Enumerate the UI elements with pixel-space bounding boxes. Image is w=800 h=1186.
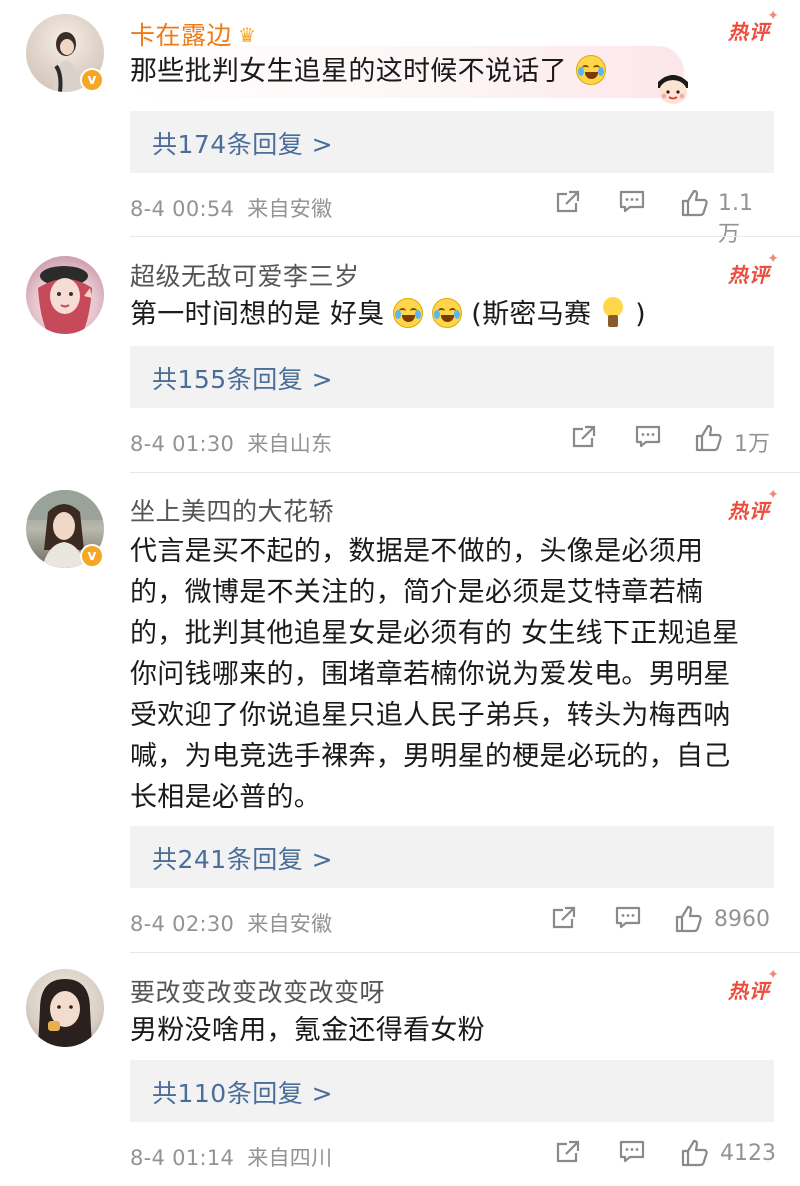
hot-label: 热评 <box>728 499 770 523</box>
location: 来自安徽 <box>247 197 333 221</box>
comment-text-content: 第一时间想的是 好臭 <box>130 299 385 330</box>
username[interactable]: 要改变改变改变改变呀 <box>130 973 385 1009</box>
hot-label: 热评 <box>728 263 770 287</box>
lightbulb-emoji-icon <box>600 297 626 329</box>
timestamp: 8-4 00:54 <box>130 197 235 221</box>
replies-link-text[interactable]: 共241条回复 > <box>152 840 333 876</box>
replies-link[interactable]: 共110条回复 > <box>130 1060 774 1122</box>
avatar[interactable] <box>26 256 104 334</box>
comment-item: v 卡在露边 ♛ 热评 ✦ 那些批判女生追星的这时候不说话了 共174条回复 > 8… <box>0 0 800 247</box>
username[interactable]: 卡在露边 ♛ <box>130 16 256 52</box>
timestamp: 8-4 01:30 <box>130 432 235 456</box>
like-count: 4123 <box>720 1141 776 1166</box>
replies-link[interactable]: 共174条回复 > <box>130 111 774 173</box>
verified-badge-icon: v <box>80 544 104 568</box>
like-icon[interactable] <box>680 188 710 222</box>
comment-text-line: 你问钱哪来的，围堵章若楠你说为爱发电。男明星 <box>130 659 731 690</box>
comment-text-line: 的，微博是不关注的，简介是必须是艾特章若楠 <box>130 577 704 608</box>
comment-meta: 8-4 01:14 来自四川 <box>130 1142 332 1172</box>
timestamp: 8-4 01:14 <box>130 1146 235 1170</box>
comment-text-line: 代言是买不起的，数据是不做的，头像是必须用 <box>130 536 704 567</box>
hot-label: 热评 <box>728 20 770 44</box>
share-icon[interactable] <box>554 188 582 222</box>
comment-meta: 8-4 02:30 来自安徽 <box>130 908 332 938</box>
flame-icon: ✦ <box>767 487 780 503</box>
hot-comment-badge: 热评 ✦ <box>728 487 779 524</box>
comment-actions: 4123 <box>554 1138 776 1172</box>
username[interactable]: 坐上美四的大花轿 <box>130 492 334 528</box>
hot-comment-badge: 热评 ✦ <box>728 967 779 1004</box>
comment-text-line: 长相是必普的。 <box>130 782 322 813</box>
timestamp: 8-4 02:30 <box>130 912 235 936</box>
replies-link-text[interactable]: 共155条回复 > <box>152 360 333 396</box>
replies-link-text[interactable]: 共174条回复 > <box>152 125 333 161</box>
flame-icon: ✦ <box>767 8 780 24</box>
laugh-cry-emoji-icon <box>432 298 463 328</box>
comment-meta: 8-4 00:54 来自安徽 <box>130 193 332 223</box>
comment-text: 男粉没啥用，氪金还得看女粉 <box>130 1012 770 1049</box>
comment-icon[interactable] <box>618 188 646 222</box>
comment-icon[interactable] <box>614 904 642 938</box>
comment-icon[interactable] <box>634 423 662 457</box>
comment-text-line: 受欢迎了你说追星只追人民子弟兵，转头为梅西呐 <box>130 700 731 731</box>
comment-actions: 1.1万 <box>554 188 774 247</box>
like-icon[interactable] <box>694 423 724 457</box>
cartoon-decoration-icon <box>652 66 694 106</box>
comment-text-line: 喊，为电竞选手裸奔，男明星的梗是必玩的，自己 <box>130 741 731 772</box>
comment-item: 超级无敌可爱李三岁 热评 ✦ 第一时间想的是 好臭 (斯密马赛 ) 共155条回复… <box>0 237 800 472</box>
comment-text-content: 那些批判女生追星的这时候不说话了 <box>130 56 567 87</box>
flame-icon: ✦ <box>767 251 780 267</box>
username-text[interactable]: 卡在露边 <box>130 21 232 50</box>
replies-link[interactable]: 共155条回复 > <box>130 346 774 408</box>
comment-text: 代言是买不起的，数据是不做的，头像是必须用 的，微博是不关注的，简介是必须是艾特… <box>130 531 770 818</box>
hot-comment-badge: 热评 ✦ <box>728 8 779 45</box>
verified-badge-icon: v <box>80 68 104 92</box>
replies-link[interactable]: 共241条回复 > <box>130 826 774 888</box>
laugh-cry-emoji-icon <box>575 55 606 85</box>
like-icon[interactable] <box>680 1138 710 1172</box>
replies-link-text[interactable]: 共110条回复 > <box>152 1074 333 1110</box>
share-icon[interactable] <box>554 1138 582 1172</box>
comment-text-content: (斯密马赛 <box>471 299 592 330</box>
location: 来自安徽 <box>247 912 333 936</box>
like-count: 1万 <box>734 432 770 457</box>
hot-comment-badge: 热评 ✦ <box>728 251 779 288</box>
comment-item: v 坐上美四的大花轿 热评 ✦ 代言是买不起的，数据是不做的，头像是必须用 的，微… <box>0 473 800 952</box>
comment-actions: 1万 <box>570 423 774 457</box>
comment-item: 要改变改变改变改变呀 热评 ✦ 男粉没啥用，氪金还得看女粉 共110条回复 > 8… <box>0 953 800 1186</box>
hot-label: 热评 <box>728 979 770 1003</box>
comment-actions: 8960 <box>550 904 774 938</box>
crown-icon: ♛ <box>238 23 257 47</box>
comment-text-line: 的，批判其他追星女是必须有的 女生线下正规追星 <box>130 618 740 649</box>
share-icon[interactable] <box>570 423 598 457</box>
laugh-cry-emoji-icon <box>393 298 424 328</box>
flame-icon: ✦ <box>767 967 780 983</box>
username[interactable]: 超级无敌可爱李三岁 <box>130 257 360 293</box>
location: 来自四川 <box>247 1146 333 1170</box>
comment-icon[interactable] <box>618 1138 646 1172</box>
comment-text-content: ) <box>635 299 646 330</box>
comment-meta: 8-4 01:30 来自山东 <box>130 428 332 458</box>
comment-text: 第一时间想的是 好臭 (斯密马赛 ) <box>130 296 770 333</box>
avatar[interactable] <box>26 969 104 1047</box>
like-count: 8960 <box>714 907 770 932</box>
share-icon[interactable] <box>550 904 578 938</box>
location: 来自山东 <box>247 432 333 456</box>
like-icon[interactable] <box>674 904 704 938</box>
comment-text-content: 男粉没啥用，氪金还得看女粉 <box>130 1015 485 1046</box>
